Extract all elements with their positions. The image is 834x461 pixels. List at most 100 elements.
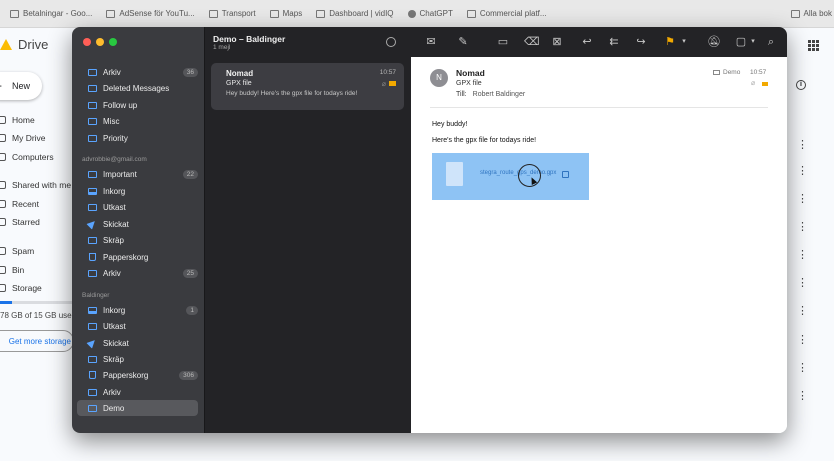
- message-subject: GPX file: [226, 80, 252, 87]
- sidebar-item-skickat[interactable]: Skickat: [86, 336, 198, 350]
- more-icon[interactable]: ⋮: [797, 166, 808, 177]
- envelope-icon[interactable]: ✉: [425, 36, 437, 48]
- compose-icon[interactable]: ✎: [457, 36, 469, 48]
- bookmark-item[interactable]: AdSense för YouTu...: [106, 9, 195, 18]
- nav-recent[interactable]: Recent: [0, 199, 39, 209]
- sidebar-item-papperskorg[interactable]: Papperskorg 306: [88, 368, 198, 382]
- nav-spam[interactable]: Spam: [0, 246, 34, 256]
- reply-icon[interactable]: ↩: [581, 36, 593, 48]
- message-preview: Hey buddy! Here's the gpx file for today…: [226, 90, 358, 97]
- flag-icon: [762, 82, 768, 86]
- bookmark-item[interactable]: Transport: [208, 9, 256, 18]
- more-icon[interactable]: ⋮: [797, 391, 808, 402]
- chevron-down-icon[interactable]: ▾: [747, 36, 759, 48]
- inbox-icon: [88, 187, 97, 195]
- share-icon[interactable]: [562, 171, 569, 178]
- more-icon[interactable]: ⋮: [797, 194, 808, 205]
- nav-starred[interactable]: Starred: [0, 217, 40, 227]
- junk-icon[interactable]: ⊠: [551, 36, 563, 48]
- archive-icon[interactable]: ▭: [497, 36, 509, 48]
- sidebar-item-utkast[interactable]: Utkast: [88, 200, 198, 214]
- sidebar-item-follow-up[interactable]: Follow up: [88, 98, 198, 112]
- nav-home[interactable]: Home: [0, 115, 35, 125]
- chevron-down-icon[interactable]: ▾: [678, 36, 690, 48]
- flag-icon: [389, 81, 396, 86]
- nav-storage[interactable]: Storage: [0, 283, 42, 293]
- sidebar-item-misc[interactable]: Misc: [88, 114, 198, 128]
- new-button[interactable]: +New: [0, 72, 42, 100]
- more-icon[interactable]: ⋮: [797, 363, 808, 374]
- folder-icon: [466, 9, 476, 18]
- header-divider: [430, 107, 768, 108]
- home-icon: [0, 116, 6, 124]
- nav-shared[interactable]: Shared with me: [0, 180, 71, 190]
- reader-sender[interactable]: Nomad: [456, 68, 485, 78]
- info-icon[interactable]: i: [796, 80, 806, 90]
- list-item[interactable]: Nomad 10:57 GPX file ⌀ Hey buddy! Here's…: [211, 63, 404, 110]
- folder-icon: [269, 9, 279, 18]
- reader-mailbox: Demo: [713, 69, 740, 76]
- sidebar-item-arkiv[interactable]: Arkiv 25: [88, 266, 198, 280]
- sent-icon: [86, 337, 98, 349]
- folder-icon: [88, 170, 97, 178]
- sidebar-item-skickat[interactable]: Skickat: [86, 217, 198, 231]
- sidebar-item-arkiv[interactable]: Arkiv: [88, 385, 198, 399]
- more-icon[interactable]: ⋮: [797, 222, 808, 233]
- avatar: N: [430, 69, 448, 87]
- reply-all-icon[interactable]: ⇇: [608, 36, 620, 48]
- bookmark-item[interactable]: Betalningar - Goo...: [10, 9, 92, 18]
- all-bookmarks[interactable]: Alla bok: [790, 0, 834, 27]
- nav-my-drive[interactable]: My Drive: [0, 133, 46, 143]
- attachment-name: stegra_route_gps_demo.gpx: [480, 170, 557, 176]
- sidebar-item-utkast[interactable]: Utkast: [88, 319, 198, 333]
- more-icon[interactable]: ⋮: [797, 140, 808, 151]
- bookmarks-bar: Betalningar - Goo... AdSense för YouTu..…: [0, 0, 834, 28]
- account-header[interactable]: Baldinger: [82, 292, 109, 299]
- get-more-storage-button[interactable]: Get more storage: [0, 330, 74, 352]
- forward-icon[interactable]: ↪: [635, 36, 647, 48]
- sidebar-item-skrap[interactable]: Skräp: [88, 233, 198, 247]
- attachment[interactable]: stegra_route_gps_demo.gpx: [432, 153, 589, 200]
- draft-icon: [88, 203, 97, 211]
- more-icon[interactable]: ⋮: [797, 306, 808, 317]
- cloud-icon: [0, 284, 6, 292]
- search-icon[interactable]: ⌕: [765, 36, 777, 48]
- nav-bin[interactable]: Bin: [0, 265, 24, 275]
- trash-icon: [89, 253, 96, 261]
- more-icon[interactable]: ⋮: [797, 250, 808, 261]
- sidebar-item-papperskorg[interactable]: Papperskorg: [88, 250, 198, 264]
- message-time: 10:57: [379, 69, 396, 76]
- unread-count: 306: [179, 370, 198, 380]
- filter-icon[interactable]: [386, 37, 396, 47]
- apps-grid-icon[interactable]: [808, 40, 819, 51]
- trash-icon[interactable]: ⌫: [524, 36, 540, 48]
- reader-time: 10:57: [750, 69, 767, 76]
- mute-icon[interactable]: 🔕︎: [707, 36, 721, 48]
- sidebar-item-arkiv[interactable]: Arkiv 36: [88, 65, 198, 79]
- message-list-pane: Demo – Baldinger 1 mejl Nomad 10:57 GPX …: [204, 27, 411, 433]
- drive-logo[interactable]: Drive: [0, 37, 48, 52]
- bookmark-item[interactable]: Maps: [269, 9, 302, 18]
- sidebar-item-inkorg[interactable]: Inkorg: [88, 184, 198, 198]
- zoom-window-icon[interactable]: [109, 38, 117, 46]
- bookmark-item[interactable]: Commercial platf...: [466, 9, 547, 18]
- account-header[interactable]: advrobbie@gmail.com: [82, 156, 147, 163]
- unread-count: 22: [182, 169, 198, 179]
- bookmark-item[interactable]: ChatGPT: [407, 9, 453, 18]
- more-icon[interactable]: ⋮: [797, 335, 808, 346]
- sidebar-item-skrap[interactable]: Skräp: [88, 352, 198, 366]
- close-window-icon[interactable]: [83, 38, 91, 46]
- sidebar-item-demo[interactable]: Demo: [88, 401, 198, 415]
- sidebar-item-important[interactable]: Important 22: [88, 167, 198, 181]
- folder-icon: [88, 117, 97, 125]
- folder-icon: [790, 9, 800, 18]
- nav-computers[interactable]: Computers: [0, 152, 54, 162]
- sidebar-item-deleted[interactable]: Deleted Messages: [88, 81, 198, 95]
- flag-icon[interactable]: ⚑: [664, 36, 676, 48]
- sidebar-item-priority[interactable]: Priority: [88, 131, 198, 145]
- more-icon[interactable]: ⋮: [797, 278, 808, 289]
- minimize-window-icon[interactable]: [96, 38, 104, 46]
- move-to-folder-icon[interactable]: ▢: [735, 36, 747, 48]
- sidebar-item-inkorg[interactable]: Inkorg 1: [88, 303, 198, 317]
- bookmark-item[interactable]: Dashboard | vidIQ: [316, 9, 394, 18]
